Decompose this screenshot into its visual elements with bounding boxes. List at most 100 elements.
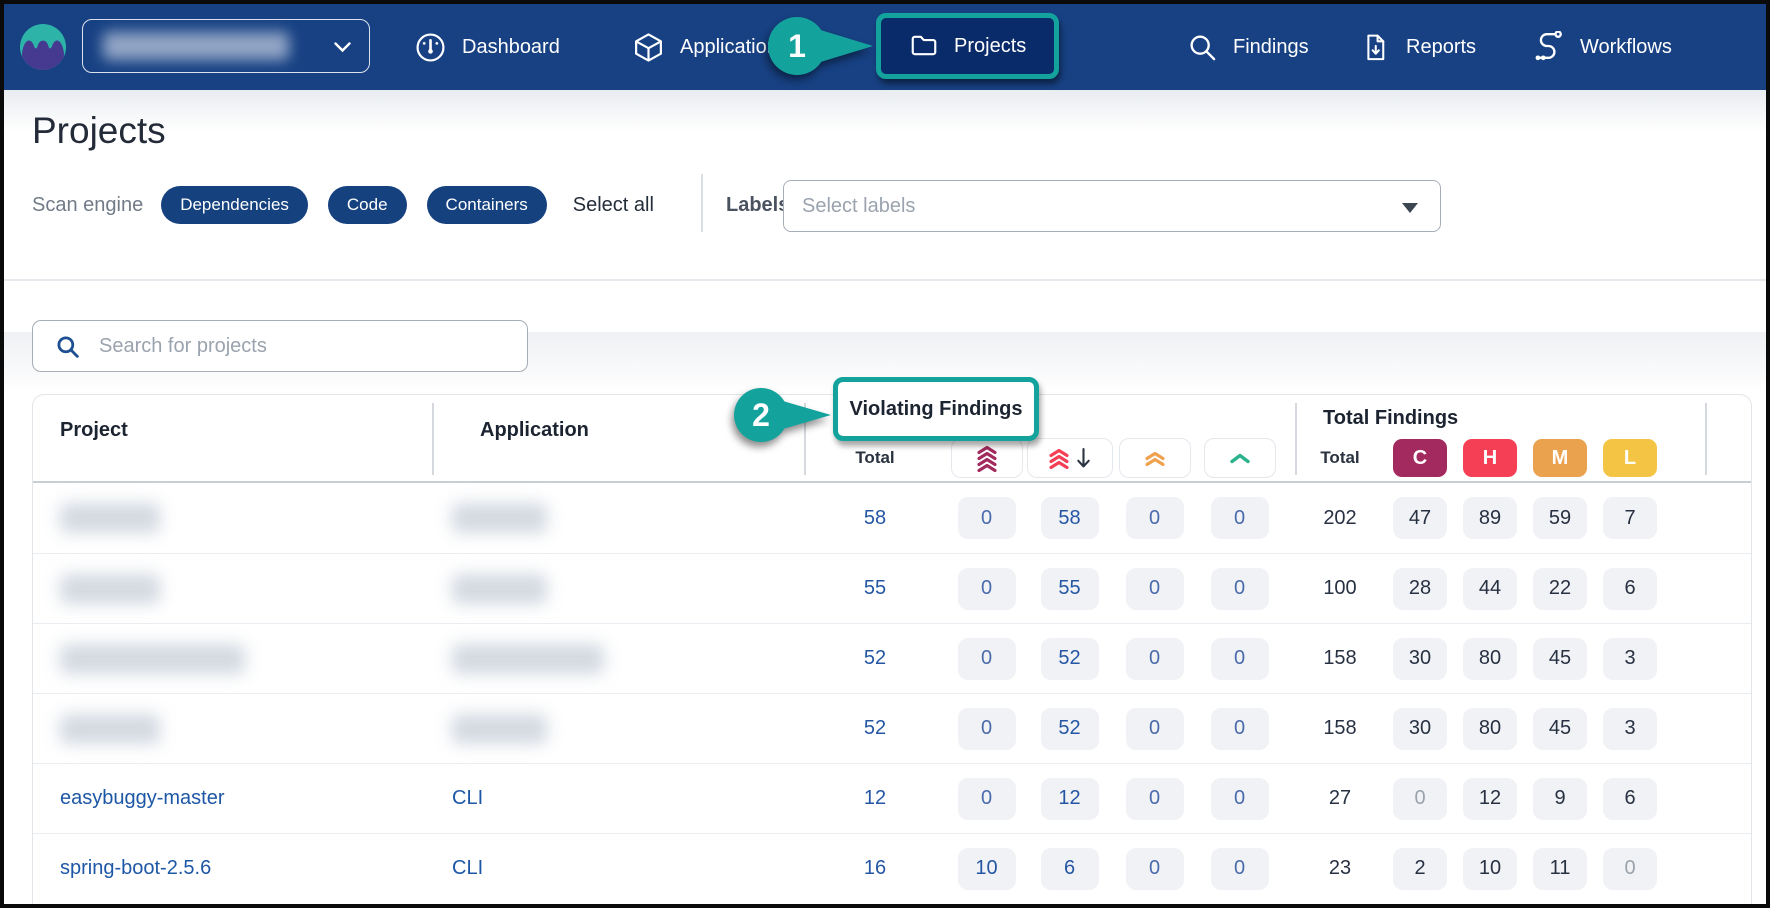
redacted-org-name bbox=[103, 32, 289, 60]
scan-engine-label: Scan engine bbox=[32, 194, 143, 217]
violating-total[interactable]: 16 bbox=[864, 857, 886, 880]
workflow-icon bbox=[1532, 31, 1565, 64]
application-link[interactable]: CLI bbox=[452, 857, 483, 879]
redacted-text bbox=[60, 714, 160, 744]
findings-total-label[interactable]: Total bbox=[1295, 448, 1385, 468]
organization-dropdown[interactable] bbox=[82, 19, 370, 73]
violating-high[interactable]: 55 bbox=[1041, 568, 1099, 610]
labels-select-input[interactable] bbox=[784, 181, 1440, 231]
nav-item-reports[interactable]: Reports bbox=[1360, 4, 1476, 90]
project-link[interactable]: spring-boot-2.5.6 bbox=[60, 857, 211, 879]
violating-medium[interactable]: 0 bbox=[1126, 778, 1184, 820]
violating-low[interactable]: 0 bbox=[1211, 708, 1269, 750]
select-all-link[interactable]: Select all bbox=[573, 194, 654, 217]
violating-high[interactable]: 52 bbox=[1041, 638, 1099, 680]
violating-medium[interactable]: 0 bbox=[1126, 848, 1184, 890]
annotation-step-2: 2 bbox=[721, 381, 835, 451]
badge-low[interactable]: L bbox=[1603, 439, 1657, 477]
sort-descending-arrow-icon bbox=[1076, 447, 1091, 469]
findings-medium: 11 bbox=[1533, 848, 1587, 890]
violating-low[interactable]: 0 bbox=[1211, 497, 1269, 539]
mend-logo-icon[interactable] bbox=[20, 24, 66, 70]
labels-select[interactable] bbox=[783, 180, 1441, 232]
project-link[interactable]: easybuggy-master bbox=[60, 787, 225, 809]
findings-low: 6 bbox=[1603, 568, 1657, 610]
violating-medium[interactable]: 0 bbox=[1126, 497, 1184, 539]
violating-high[interactable]: 58 bbox=[1041, 497, 1099, 539]
findings-total: 23 bbox=[1329, 857, 1351, 880]
sort-high-button[interactable] bbox=[1027, 438, 1113, 478]
violating-low[interactable]: 0 bbox=[1211, 568, 1269, 610]
violating-medium[interactable]: 0 bbox=[1126, 638, 1184, 680]
violating-total[interactable]: 12 bbox=[864, 787, 886, 810]
nav-item-projects[interactable]: Projects bbox=[876, 13, 1059, 79]
redacted-text bbox=[60, 644, 245, 674]
filter-pill-dependencies[interactable]: Dependencies bbox=[161, 186, 308, 224]
gauge-icon bbox=[414, 31, 447, 64]
nav-item-workflows[interactable]: Workflows bbox=[1532, 4, 1672, 90]
sort-medium-button[interactable] bbox=[1119, 438, 1191, 478]
filter-pill-code[interactable]: Code bbox=[328, 186, 407, 224]
violating-critical[interactable]: 0 bbox=[958, 638, 1016, 680]
violating-high[interactable]: 52 bbox=[1041, 708, 1099, 750]
sort-low-button[interactable] bbox=[1204, 438, 1276, 478]
findings-high: 12 bbox=[1463, 778, 1517, 820]
violating-medium[interactable]: 0 bbox=[1126, 708, 1184, 750]
violating-total[interactable]: 52 bbox=[864, 647, 886, 670]
search-icon bbox=[55, 334, 81, 360]
page-content: Projects Scan engine Dependencies Code C… bbox=[4, 90, 1766, 904]
violating-critical[interactable]: 0 bbox=[958, 497, 1016, 539]
col-header-total-findings: Total Findings bbox=[1323, 407, 1458, 430]
violating-low[interactable]: 0 bbox=[1211, 638, 1269, 680]
violating-total-label[interactable]: Total bbox=[804, 448, 946, 468]
violating-critical[interactable]: 10 bbox=[958, 848, 1016, 890]
violating-critical[interactable]: 0 bbox=[958, 778, 1016, 820]
chevron-down-icon bbox=[334, 42, 351, 53]
folder-icon bbox=[909, 31, 939, 61]
top-nav: Dashboard Applications Projects 1 bbox=[4, 4, 1766, 90]
project-cell bbox=[33, 714, 432, 744]
violating-high[interactable]: 6 bbox=[1041, 848, 1099, 890]
table-row[interactable]: 58 0 58 0 0 202 47 89 59 7 bbox=[33, 483, 1751, 553]
nav-item-dashboard[interactable]: Dashboard bbox=[414, 4, 560, 90]
findings-total: 158 bbox=[1323, 717, 1356, 740]
sort-critical-button[interactable] bbox=[951, 438, 1023, 478]
search-input[interactable] bbox=[33, 321, 527, 371]
violating-total[interactable]: 55 bbox=[864, 577, 886, 600]
application-cell bbox=[432, 644, 804, 674]
violating-low[interactable]: 0 bbox=[1211, 848, 1269, 890]
table-row[interactable]: 52 0 52 0 0 158 30 80 45 3 bbox=[33, 623, 1751, 693]
findings-critical: 0 bbox=[1393, 778, 1447, 820]
dropdown-caret-icon bbox=[1402, 203, 1418, 213]
violating-critical[interactable]: 0 bbox=[958, 568, 1016, 610]
badge-critical[interactable]: C bbox=[1393, 439, 1447, 477]
medium-chevrons-icon bbox=[1144, 451, 1166, 466]
table-row[interactable]: easybuggy-master CLI 12 0 12 0 0 27 0 12… bbox=[33, 763, 1751, 833]
findings-total: 158 bbox=[1323, 647, 1356, 670]
redacted-text bbox=[60, 503, 160, 533]
redacted-text bbox=[452, 714, 547, 744]
critical-chevrons-icon bbox=[976, 445, 998, 472]
badge-high[interactable]: H bbox=[1463, 439, 1517, 477]
table-row[interactable]: 55 0 55 0 0 100 28 44 22 6 bbox=[33, 553, 1751, 623]
violating-high[interactable]: 12 bbox=[1041, 778, 1099, 820]
findings-critical: 30 bbox=[1393, 638, 1447, 680]
violating-total[interactable]: 58 bbox=[864, 507, 886, 530]
application-cell bbox=[432, 574, 804, 604]
nav-item-findings[interactable]: Findings bbox=[1187, 4, 1309, 90]
violating-critical[interactable]: 0 bbox=[958, 708, 1016, 750]
redacted-text bbox=[452, 574, 547, 604]
violating-total[interactable]: 52 bbox=[864, 717, 886, 740]
project-cell: easybuggy-master bbox=[33, 787, 432, 810]
application-cell bbox=[432, 503, 804, 533]
nav-label-dashboard: Dashboard bbox=[462, 36, 560, 59]
violating-medium[interactable]: 0 bbox=[1126, 568, 1184, 610]
badge-medium[interactable]: M bbox=[1533, 439, 1587, 477]
project-search[interactable] bbox=[32, 320, 528, 372]
filter-divider bbox=[701, 174, 703, 232]
table-row[interactable]: 52 0 52 0 0 158 30 80 45 3 bbox=[33, 693, 1751, 763]
filter-pill-containers[interactable]: Containers bbox=[427, 186, 547, 224]
application-link[interactable]: CLI bbox=[452, 787, 483, 809]
table-row[interactable]: spring-boot-2.5.6 CLI 16 10 6 0 0 23 2 1… bbox=[33, 833, 1751, 903]
violating-low[interactable]: 0 bbox=[1211, 778, 1269, 820]
